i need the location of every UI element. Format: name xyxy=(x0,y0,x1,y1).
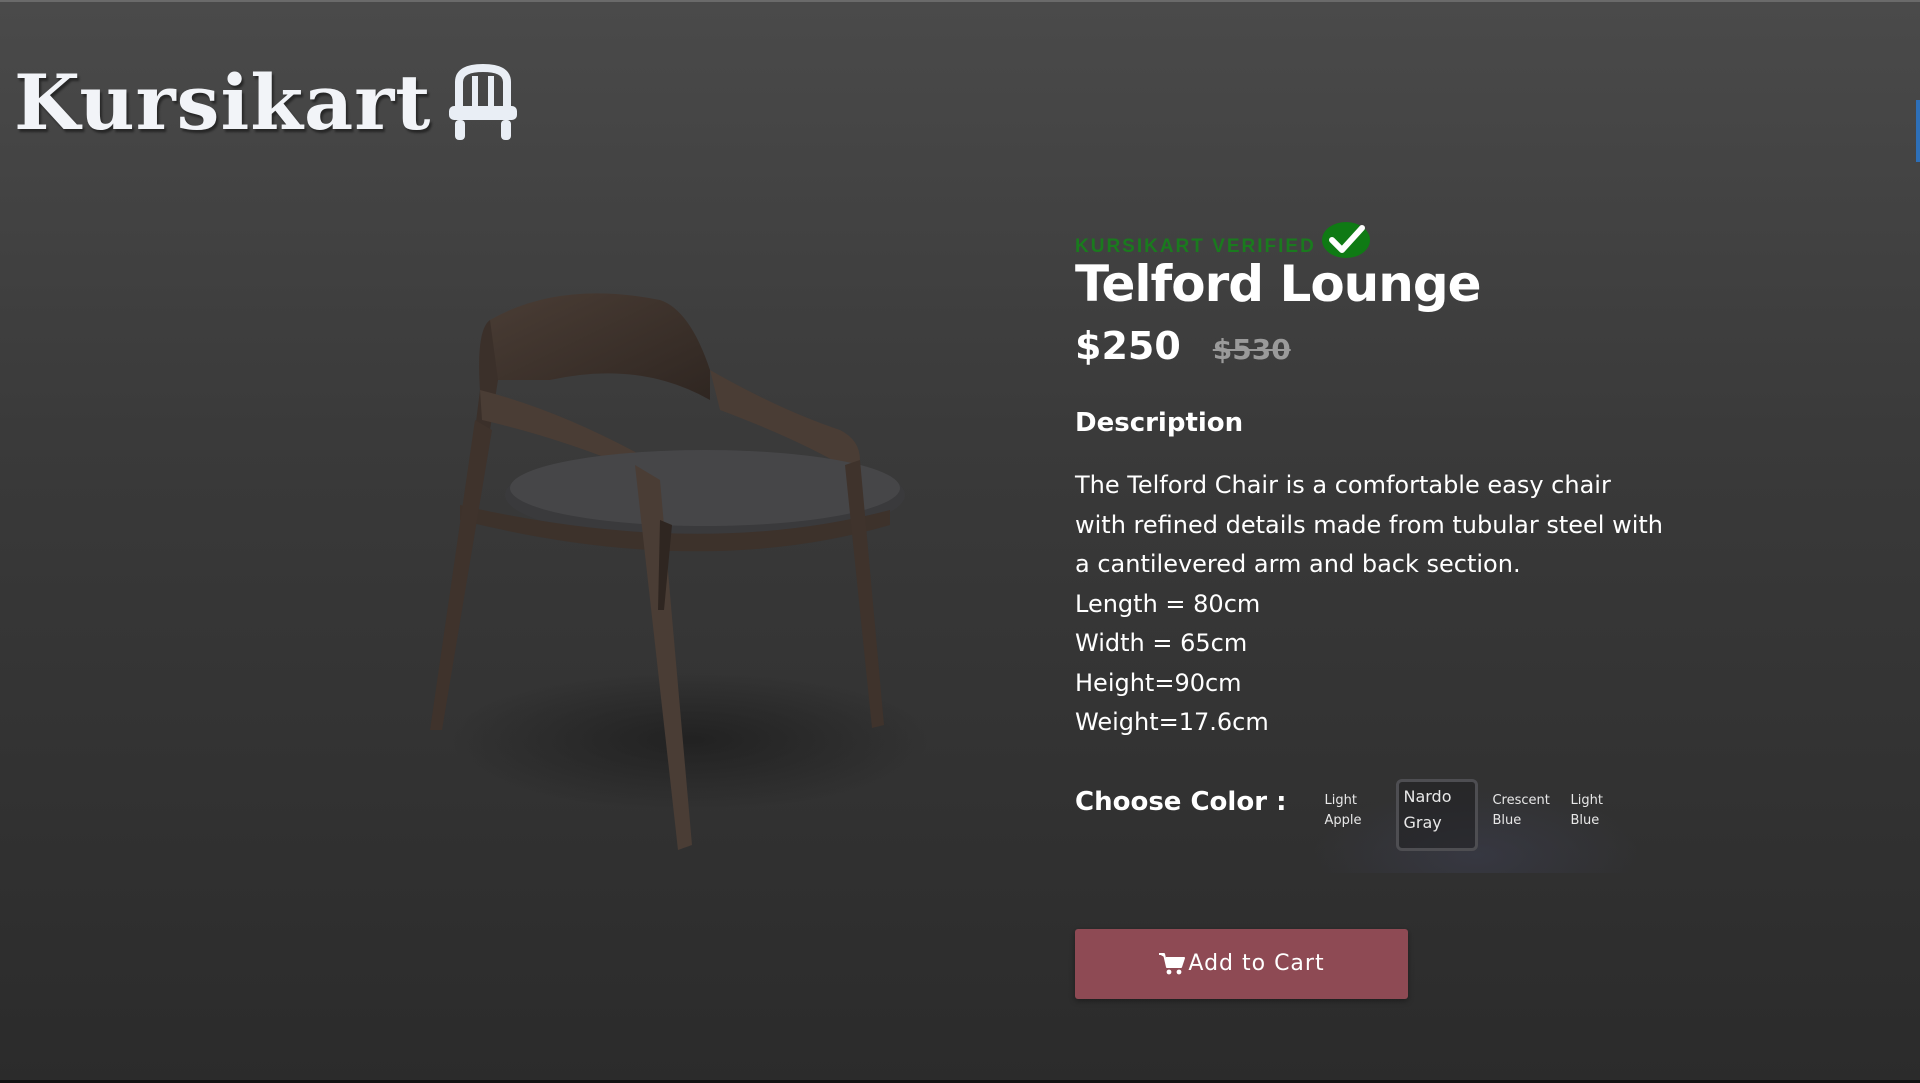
top-border xyxy=(0,0,1920,2)
spec-height: Height=90cm xyxy=(1075,668,1242,697)
add-to-cart-label: Add to Cart xyxy=(1188,951,1325,976)
brand-name: Kursikart xyxy=(14,58,432,147)
description-text: The Telford Chair is a comfortable easy … xyxy=(1075,471,1663,578)
spec-weight: Weight=17.6cm xyxy=(1075,708,1269,736)
product-title: Telford Lounge xyxy=(1075,255,1482,313)
description-heading: Description xyxy=(1075,408,1244,438)
color-option-light-blue[interactable]: Light Blue xyxy=(1564,785,1634,851)
color-picker: Choose Color : Light Apple Nardo Gray Cr… xyxy=(1075,778,1675,873)
current-price: $250 xyxy=(1075,324,1181,368)
spec-length: Length = 80cm xyxy=(1075,589,1261,618)
color-option-nardo-gray[interactable]: Nardo Gray xyxy=(1396,778,1479,851)
cart-icon xyxy=(1159,952,1186,974)
spec-width: Width = 65cm xyxy=(1075,629,1248,657)
brand-logo[interactable]: Kursikart xyxy=(14,62,521,144)
original-price: $530 xyxy=(1212,333,1291,366)
color-options: Light Apple Nardo Gray Crescent Blue Lig… xyxy=(1312,778,1641,873)
color-option-crescent-blue[interactable]: Crescent Blue xyxy=(1486,785,1556,851)
product-info: KURSIKART VERIFIED Telford Lounge $250 $… xyxy=(1075,218,1675,999)
product-image xyxy=(430,293,930,850)
add-to-cart-button[interactable]: Add to Cart xyxy=(1075,928,1408,999)
price-row: $250 $530 xyxy=(1075,324,1675,368)
chair-icon xyxy=(449,63,518,140)
color-label: Choose Color : xyxy=(1075,786,1287,817)
scroll-indicator[interactable] xyxy=(1916,100,1920,162)
color-option-light-apple[interactable]: Light Apple xyxy=(1318,785,1388,851)
